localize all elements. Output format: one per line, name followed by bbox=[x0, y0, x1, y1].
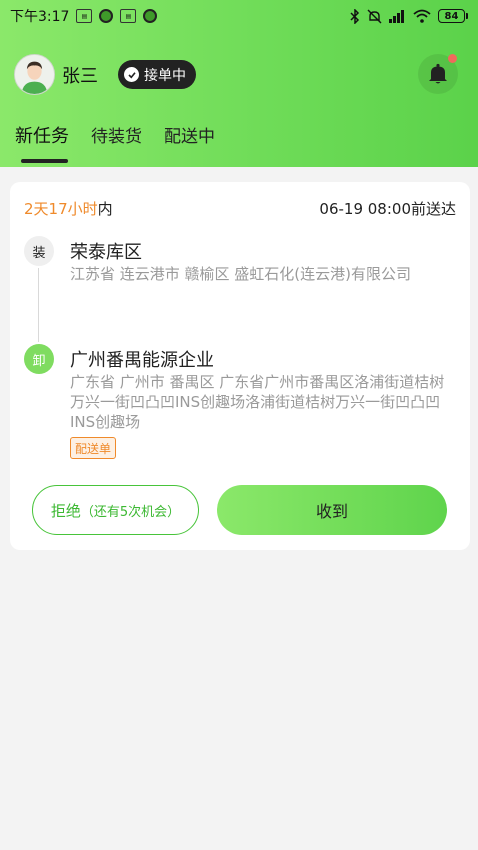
header: 下午3:17 ▤ ▤ 84 张三 接单中 新任务 待装货 配送中 bbox=[0, 0, 478, 167]
pickup-name: 荣泰库区 bbox=[70, 242, 142, 263]
mute-icon bbox=[367, 9, 382, 23]
accept-button[interactable]: 收到 bbox=[217, 485, 447, 535]
pickup-address: 江苏省 连云港市 赣榆区 盛虹石化(连云港)有限公司 bbox=[70, 265, 412, 283]
bell-icon bbox=[429, 63, 447, 84]
reject-hint: （还有5次机会） bbox=[80, 504, 181, 520]
battery-icon: 84 bbox=[438, 9, 468, 23]
notification-button[interactable] bbox=[418, 54, 458, 94]
time-limit-suffix: 内 bbox=[97, 200, 113, 218]
signal-icon bbox=[389, 9, 404, 23]
status-time: 下午3:17 bbox=[10, 9, 70, 25]
check-icon bbox=[124, 67, 139, 82]
tab-new-tasks[interactable]: 新任务 bbox=[15, 122, 69, 160]
app-notification-icon bbox=[143, 9, 158, 23]
time-limit: 2天17小时 bbox=[24, 200, 98, 218]
tab-awaiting-loading[interactable]: 待装货 bbox=[91, 122, 142, 160]
pickup-badge: 装 bbox=[24, 236, 54, 266]
deliver-by: 06-19 08:00前送达 bbox=[319, 200, 456, 218]
notification-dot bbox=[448, 54, 457, 63]
dropoff-name: 广州番禺能源企业 bbox=[70, 350, 214, 371]
wifi-icon bbox=[413, 9, 431, 23]
accepting-orders-label: 接单中 bbox=[144, 67, 186, 84]
app-notification-icon bbox=[99, 9, 114, 23]
user-name: 张三 bbox=[62, 65, 98, 87]
app-notification-icon: ▤ bbox=[120, 9, 137, 23]
delivery-order-tag: 配送单 bbox=[70, 437, 117, 459]
app-notification-icon: ▤ bbox=[76, 9, 93, 23]
dropoff-address: 广东省 广州市 番禺区 广东省广州市番禺区洛浦街道桔树万兴一街凹凸凹INS创趣场… bbox=[70, 373, 445, 431]
bluetooth-icon bbox=[350, 8, 360, 24]
active-tab-indicator bbox=[21, 159, 68, 163]
reject-label: 拒绝 bbox=[50, 501, 81, 520]
accepting-orders-toggle[interactable]: 接单中 bbox=[118, 60, 196, 89]
dropoff-badge: 卸 bbox=[24, 344, 54, 374]
tab-delivering[interactable]: 配送中 bbox=[164, 122, 215, 160]
status-bar: 下午3:17 ▤ ▤ 84 bbox=[0, 0, 478, 32]
route-line bbox=[38, 268, 39, 342]
avatar[interactable] bbox=[14, 54, 55, 95]
order-tabs: 新任务 待装货 配送中 bbox=[15, 122, 215, 160]
reject-button[interactable]: 拒绝 （还有5次机会） bbox=[32, 485, 199, 535]
order-card[interactable]: 2天17小时内 06-19 08:00前送达 装 荣泰库区 江苏省 连云港市 赣… bbox=[10, 182, 470, 550]
order-time-row: 2天17小时内 06-19 08:00前送达 bbox=[24, 198, 456, 219]
user-profile: 张三 接单中 bbox=[14, 54, 196, 95]
